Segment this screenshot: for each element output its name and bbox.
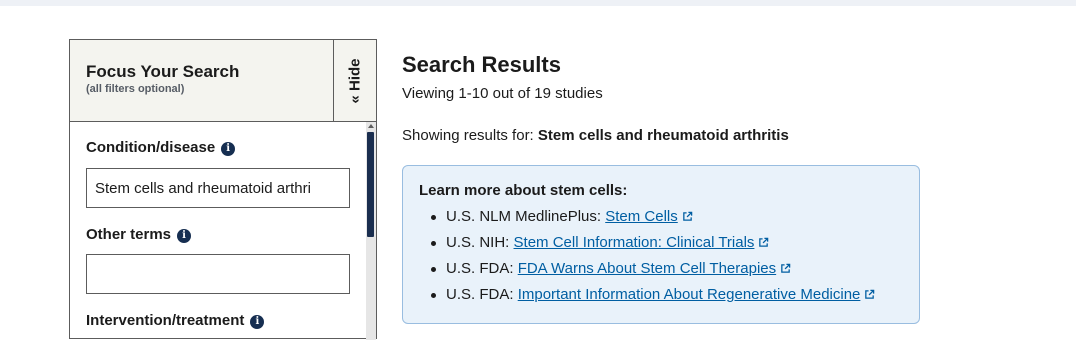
external-link-icon [759,237,769,247]
showing-query: Stem cells and rheumatoid arthritis [537,127,789,144]
bullet [431,267,436,272]
top-bar [0,0,1076,6]
filter-panel-header: Focus Your Search (all filters optional)… [70,40,376,122]
resource-link[interactable]: Stem Cells [605,208,678,225]
results-count: Viewing 1-10 out of 19 studies [402,85,603,102]
resource-link[interactable]: FDA Warns About Stem Cell Therapies [518,260,776,277]
bullet [431,215,436,220]
external-link-icon [865,289,875,299]
info-icon[interactable]: i [221,142,236,156]
list-item: U.S. FDA: Important Information About Re… [419,286,875,312]
external-link-icon [781,263,791,273]
filter-panel-subtitle: (all filters optional) [86,83,185,95]
condition-label: Condition/disease i [86,139,236,156]
condition-label-text: Condition/disease [86,139,216,156]
resource-link[interactable]: Stem Cell Information: Clinical Trials [514,234,755,251]
learn-more-title: Learn more about stem cells: [419,182,628,199]
resource-link[interactable]: Important Information About Regenerative… [518,286,861,303]
scroll-up-arrow-icon[interactable] [368,124,374,128]
filter-scrollbar[interactable] [366,122,376,340]
showing-results-for: Showing results for: Stem cells and rheu… [402,127,789,144]
intervention-label: Intervention/treatment i [86,312,265,329]
resource-source: U.S. FDA: [446,286,514,303]
filter-panel-title: Focus Your Search [86,62,240,81]
other-terms-label: Other terms i [86,226,192,243]
info-icon[interactable]: i [177,229,192,243]
learn-more-callout: Learn more about stem cells: U.S. NLM Me… [402,165,920,324]
resource-source: U.S. NLM MedlinePlus: [446,208,602,225]
info-icon[interactable]: i [250,315,265,329]
learn-more-list: U.S. NLM MedlinePlus: Stem Cells U.S. NI… [419,208,875,312]
resource-source: U.S. NIH: [446,234,510,251]
bullet [431,293,436,298]
filter-panel: Focus Your Search (all filters optional)… [69,39,377,340]
filter-panel-body: Condition/disease i Other terms i Interven… [70,122,366,340]
scrollbar-thumb[interactable] [367,132,374,237]
resource-source: U.S. FDA: [446,260,514,277]
other-terms-input[interactable] [86,254,350,294]
list-item: U.S. NIH: Stem Cell Information: Clinica… [419,234,875,260]
list-item: U.S. FDA: FDA Warns About Stem Cell Ther… [419,260,875,286]
hide-filters-button[interactable]: « Hide [333,40,376,121]
intervention-label-text: Intervention/treatment [86,312,245,329]
hide-filters-label: « Hide [346,57,364,104]
bullet [431,241,436,246]
other-terms-label-text: Other terms [86,226,172,243]
list-item: U.S. NLM MedlinePlus: Stem Cells [419,208,875,234]
external-link-icon [682,211,693,221]
results-title: Search Results [402,52,561,77]
condition-input[interactable] [86,168,350,208]
showing-prefix: Showing results for: [402,127,534,144]
